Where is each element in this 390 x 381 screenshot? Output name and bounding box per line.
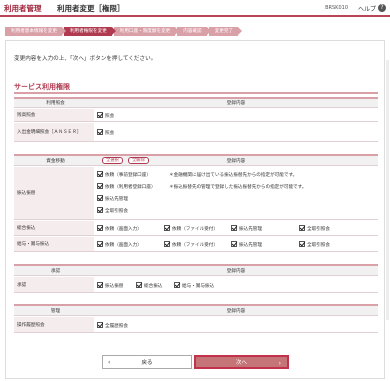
management-header-row: 管理 登録内容 xyxy=(14,306,378,316)
salary-file-option: 依頼（ファイル受付） xyxy=(172,243,218,248)
furikomi-preregistered-option: 依頼（事前登録口座） xyxy=(105,173,151,178)
salary-transfer-label: 給与・賞与振込 xyxy=(14,237,94,251)
next-button[interactable]: 次へ › xyxy=(194,355,289,369)
approval-row: 承認 振込振替 総合振込 給与・賞与振込 xyxy=(14,277,378,293)
approval-salary-option: 給与・賞与振込 xyxy=(182,284,215,289)
salary-history-option: 全取引照会 xyxy=(307,243,330,248)
furikomi-payee-option: 振込先管理 xyxy=(105,197,128,202)
approval-label: 承認 xyxy=(14,277,94,292)
total-screen-checkbox[interactable] xyxy=(97,225,103,231)
balance-label: 残高照会 xyxy=(14,109,94,121)
instruction-message: 変更内容を入力の上、「次へ」ボタンを押してください。 xyxy=(14,56,157,62)
statement-option: 照会 xyxy=(105,131,115,136)
furikomi-history-checkbox[interactable] xyxy=(97,207,103,213)
total-history-checkbox[interactable] xyxy=(299,225,305,231)
approval-total-option: 総合振込 xyxy=(144,284,163,289)
screen-id: BRSK010 xyxy=(325,5,348,11)
salary-transfer-row: 給与・賞与振込 依頼（画面入力） 依頼（ファイル受付） 振込先管理 全取引照会 xyxy=(14,237,378,252)
total-payee-option: 振込先管理 xyxy=(239,227,262,232)
system-name: 利用者管理 xyxy=(4,4,42,13)
operation-history-checkbox[interactable] xyxy=(97,322,103,328)
furikomi-payee-checkbox[interactable] xyxy=(97,195,103,201)
total-transfer-label: 総合振込 xyxy=(14,221,94,235)
furikomi-label: 振込振替 xyxy=(14,167,94,219)
total-payee-checkbox[interactable] xyxy=(231,225,237,231)
balance-option: 照会 xyxy=(105,114,115,119)
step-confirm: 内容確認 xyxy=(177,27,212,36)
next-button-label: 次へ xyxy=(235,360,247,366)
chevron-left-icon: ‹ xyxy=(108,359,111,366)
furikomi-history-option: 全取引照会 xyxy=(105,209,128,214)
step-permissions: 利用者権限を変更 xyxy=(63,27,116,36)
approval-header-row: 承認 登録内容 xyxy=(14,266,378,276)
furikomi-row: 振込振替 依頼（事前登録口座） ＊金融機関に届け出ている振込振替先からの指定が可… xyxy=(14,167,378,220)
statement-row: 入出金明細照会［ＡＮＳＥＲ］ 照会 xyxy=(14,123,378,142)
salary-file-checkbox[interactable] xyxy=(164,241,170,247)
management-header-label: 管理 xyxy=(14,306,94,315)
approval-furikomi-option: 振込振替 xyxy=(105,284,124,289)
transfer-group: 資金移動 登録内容 全選択 全解除 振込振替 依頼（事前登録口座） ＊金融機関に… xyxy=(14,154,378,254)
total-file-option: 依頼（ファイル受付） xyxy=(172,227,218,232)
management-header-content: 登録内容 xyxy=(226,308,246,314)
transfer-header-row: 資金移動 登録内容 全選択 全解除 xyxy=(14,156,378,166)
total-screen-option: 依頼（画面入力） xyxy=(105,227,142,232)
back-button[interactable]: ‹ 戻る xyxy=(102,355,192,369)
transfer-header-label: 資金移動 xyxy=(14,156,94,165)
management-group: 管理 登録内容 操作履歴照会 全履歴照会 xyxy=(14,304,378,334)
select-all-button[interactable]: 全選択 xyxy=(102,157,123,164)
approval-salary-checkbox[interactable] xyxy=(174,282,180,288)
main-panel: 変更内容を入力の上、「次へ」ボタンを押してください。 サービス利用権限 利用照会… xyxy=(5,40,385,379)
approval-header-label: 承認 xyxy=(14,266,94,275)
total-file-checkbox[interactable] xyxy=(164,225,170,231)
help-icon[interactable]: ? xyxy=(378,4,386,12)
furikomi-preregistered-note: ＊金融機関に届け出ている振込振替先からの指定が可能です。 xyxy=(169,173,298,178)
scrollbar[interactable] xyxy=(386,60,389,320)
furikomi-userregistered-checkbox[interactable] xyxy=(97,183,103,189)
statement-label: 入出金明細照会［ＡＮＳＥＲ］ xyxy=(14,123,94,141)
header-bar: 利用者管理 利用者変更［権限］ BRSK010 ヘルプ ? xyxy=(0,0,390,17)
statement-checkbox[interactable] xyxy=(97,129,103,135)
furikomi-userregistered-note: ＊振込振替先の管理で登録した振込振替先からの指定が可能です。 xyxy=(169,185,307,190)
inquiry-header-content: 登録内容 xyxy=(226,101,246,106)
clear-all-button[interactable]: 全解除 xyxy=(128,157,149,164)
total-transfer-row: 総合振込 依頼（画面入力） 依頼（ファイル受付） 振込先管理 全取引照会 xyxy=(14,221,378,236)
inquiry-header-row: 利用照会 登録内容 xyxy=(14,99,378,108)
furikomi-userregistered-option: 依頼（利用者登録口座） xyxy=(105,185,156,190)
approval-header-content: 登録内容 xyxy=(226,268,246,274)
balance-checkbox[interactable] xyxy=(97,112,103,118)
balance-row: 残高照会 照会 xyxy=(14,109,378,122)
total-history-option: 全取引照会 xyxy=(307,227,330,232)
operation-history-label: 操作履歴照会 xyxy=(14,317,94,332)
section-divider xyxy=(14,92,378,94)
help-link[interactable]: ヘルプ xyxy=(358,4,376,13)
inquiry-header-label: 利用照会 xyxy=(14,99,94,107)
progress-steps: 利用者基本情報を変更 利用者権限を変更 利用口座・限度額を変更 内容確認 変更完… xyxy=(5,27,243,36)
step-accounts-limits: 利用口座・限度額を変更 xyxy=(113,27,179,36)
step-basic-info: 利用者基本情報を変更 xyxy=(5,27,66,36)
step-complete: 変更完了 xyxy=(208,27,243,36)
operation-history-option: 全履歴照会 xyxy=(105,324,128,329)
chevron-right-icon: › xyxy=(278,360,281,367)
page-title: 利用者変更［権限］ xyxy=(57,4,125,13)
operation-history-row: 操作履歴照会 全履歴照会 xyxy=(14,317,378,333)
approval-furikomi-checkbox[interactable] xyxy=(97,282,103,288)
back-button-label: 戻る xyxy=(141,360,153,366)
salary-screen-checkbox[interactable] xyxy=(97,241,103,247)
salary-payee-option: 振込先管理 xyxy=(239,243,262,248)
salary-payee-checkbox[interactable] xyxy=(231,241,237,247)
salary-screen-option: 依頼（画面入力） xyxy=(105,243,142,248)
approval-total-checkbox[interactable] xyxy=(136,282,142,288)
approval-group: 承認 登録内容 承認 振込振替 総合振込 給与・賞与振込 xyxy=(14,264,378,294)
inquiry-group: 利用照会 登録内容 残高照会 照会 入出金明細照会［ＡＮＳＥＲ］ 照会 xyxy=(14,97,378,142)
furikomi-preregistered-checkbox[interactable] xyxy=(97,171,103,177)
salary-history-checkbox[interactable] xyxy=(299,241,305,247)
section-title: サービス利用権限 xyxy=(14,83,70,91)
